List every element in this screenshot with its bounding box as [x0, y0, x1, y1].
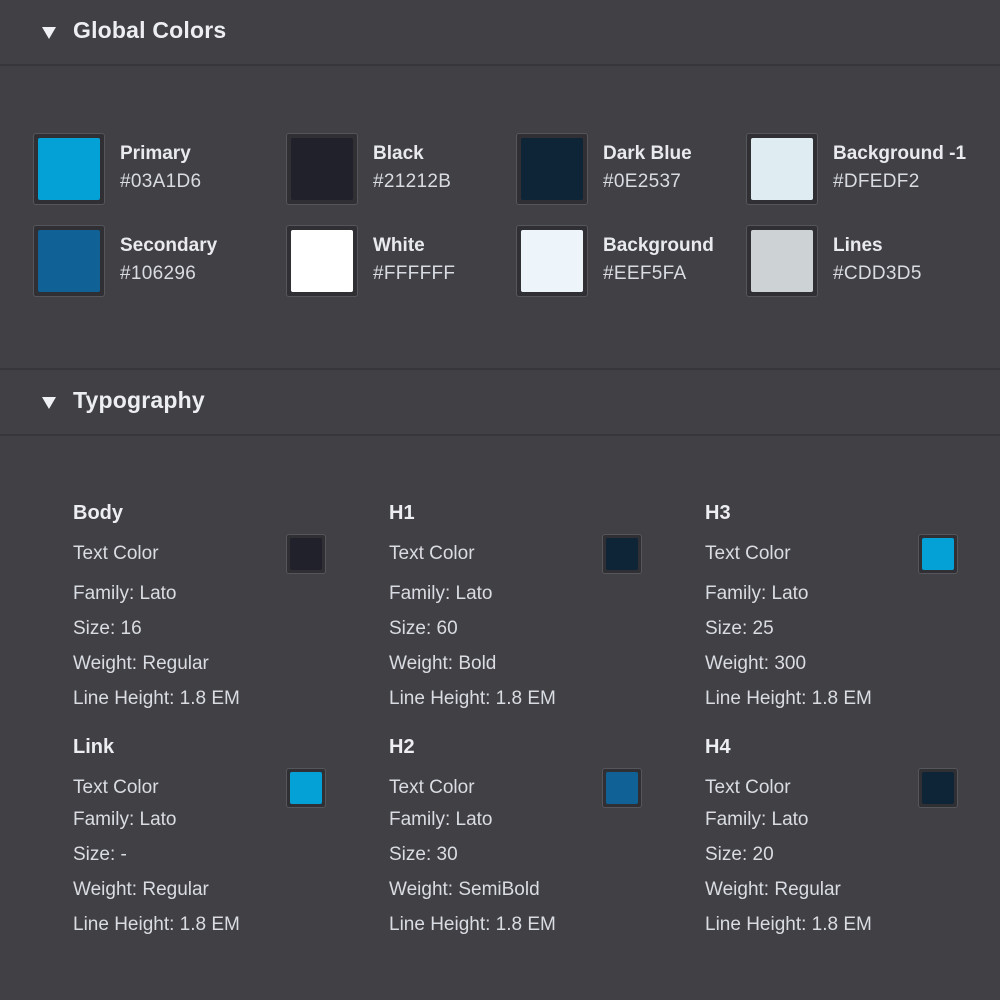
caret-down-icon — [42, 27, 56, 39]
color-item-white[interactable]: White #FFFFFF — [286, 225, 516, 297]
color-hex: #CDD3D5 — [833, 263, 922, 284]
color-item-secondary[interactable]: Secondary #106296 — [33, 225, 263, 297]
color-item-lines[interactable]: Lines #CDD3D5 — [746, 225, 976, 297]
color-hex: #0E2537 — [603, 171, 682, 192]
font-weight: Weight: Regular — [73, 879, 209, 900]
color-swatch[interactable] — [286, 133, 358, 205]
font-family: Family: Lato — [73, 809, 177, 830]
line-height: Line Height: 1.8 EM — [389, 914, 556, 935]
text-color-label: Text Color — [389, 543, 475, 564]
font-family: Family: Lato — [705, 583, 809, 604]
color-hex: #DFEDF2 — [833, 171, 920, 192]
text-color-swatch[interactable] — [602, 534, 642, 574]
text-color-swatch[interactable] — [918, 768, 958, 808]
font-family: Family: Lato — [73, 583, 177, 604]
font-size: Size: 25 — [705, 618, 774, 639]
color-name: Black — [373, 143, 424, 164]
color-name: Dark Blue — [603, 143, 692, 164]
font-size: Size: 16 — [73, 618, 142, 639]
color-swatch[interactable] — [746, 225, 818, 297]
font-weight: Weight: 300 — [705, 653, 807, 674]
color-item-black[interactable]: Black #21212B — [286, 133, 516, 205]
font-weight: Weight: Regular — [73, 653, 209, 674]
caret-down-icon — [42, 397, 56, 409]
font-family: Family: Lato — [389, 583, 493, 604]
typo-style-name: Link — [73, 736, 115, 758]
text-color-swatch[interactable] — [918, 534, 958, 574]
color-item-background[interactable]: Background #EEF5FA — [516, 225, 746, 297]
color-hex: #106296 — [120, 263, 197, 284]
text-color-swatch[interactable] — [286, 768, 326, 808]
text-color-label: Text Color — [705, 543, 791, 564]
color-name: Background — [603, 235, 714, 256]
font-weight: Weight: SemiBold — [389, 879, 540, 900]
font-family: Family: Lato — [389, 809, 493, 830]
font-family: Family: Lato — [705, 809, 809, 830]
typo-style-name: H4 — [705, 736, 731, 758]
color-name: Background -1 — [833, 143, 967, 164]
color-name: Lines — [833, 235, 883, 256]
color-hex: #FFFFFF — [373, 263, 456, 284]
typo-style-name: Body — [73, 502, 123, 524]
section-title: Typography — [73, 387, 205, 413]
color-swatch[interactable] — [516, 225, 588, 297]
line-height: Line Height: 1.8 EM — [73, 688, 240, 709]
font-weight: Weight: Bold — [389, 653, 497, 674]
color-swatch[interactable] — [33, 225, 105, 297]
text-color-swatch[interactable] — [602, 768, 642, 808]
text-color-label: Text Color — [73, 777, 159, 798]
style-guide-panel: Global Colors Primary #03A1D6 Black #212… — [0, 0, 1000, 1000]
text-color-label: Text Color — [389, 777, 475, 798]
color-name: White — [373, 235, 425, 256]
line-height: Line Height: 1.8 EM — [389, 688, 556, 709]
color-hex: #03A1D6 — [120, 171, 202, 192]
color-swatch[interactable] — [516, 133, 588, 205]
typo-style-name: H3 — [705, 502, 731, 524]
text-color-swatch[interactable] — [286, 534, 326, 574]
color-hex: #21212B — [373, 171, 452, 192]
global-colors-header[interactable]: Global Colors — [0, 0, 1000, 66]
color-hex: #EEF5FA — [603, 263, 687, 284]
font-size: Size: 20 — [705, 844, 774, 865]
font-size: Size: 30 — [389, 844, 458, 865]
color-item-background-1[interactable]: Background -1 #DFEDF2 — [746, 133, 976, 205]
text-color-label: Text Color — [73, 543, 159, 564]
color-name: Secondary — [120, 235, 218, 256]
typo-style-name: H2 — [389, 736, 415, 758]
typo-style-name: H1 — [389, 502, 415, 524]
color-swatch[interactable] — [33, 133, 105, 205]
line-height: Line Height: 1.8 EM — [705, 914, 872, 935]
color-item-primary[interactable]: Primary #03A1D6 — [33, 133, 263, 205]
color-name: Primary — [120, 143, 191, 164]
section-title: Global Colors — [73, 17, 227, 43]
font-size: Size: - — [73, 844, 127, 865]
text-color-label: Text Color — [705, 777, 791, 798]
font-weight: Weight: Regular — [705, 879, 841, 900]
color-swatch[interactable] — [286, 225, 358, 297]
line-height: Line Height: 1.8 EM — [73, 914, 240, 935]
color-item-dark-blue[interactable]: Dark Blue #0E2537 — [516, 133, 746, 205]
color-swatch[interactable] — [746, 133, 818, 205]
font-size: Size: 60 — [389, 618, 458, 639]
typography-header[interactable]: Typography — [0, 370, 1000, 436]
line-height: Line Height: 1.8 EM — [705, 688, 872, 709]
